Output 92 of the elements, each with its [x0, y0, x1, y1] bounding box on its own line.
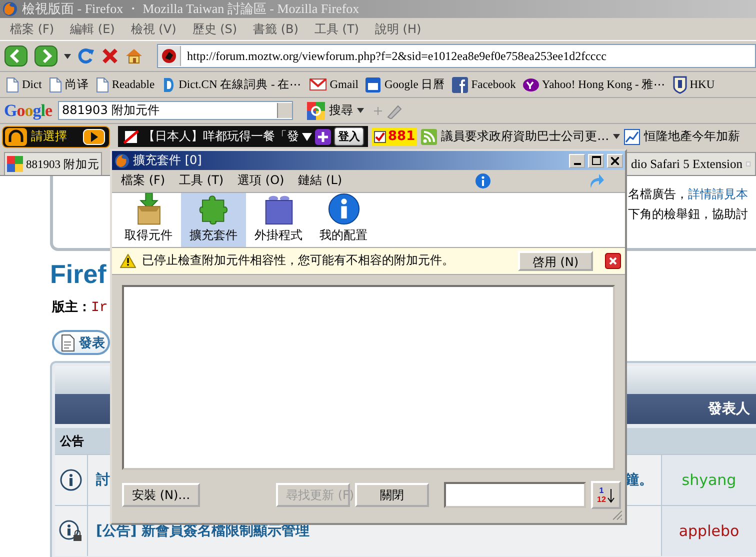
bookmark[interactable]: Yahoo! Hong Kong - 雅⋯ [522, 77, 666, 92]
ticker-text[interactable]: 【日本人】咩都玩得一餐「發 [143, 128, 299, 145]
url-field[interactable]: http://forum.moztw.org/viewforum.php?f=2&sid=e1012ea8e9ef0e758ea253ee1d2fcccc [157, 44, 756, 68]
menu-item[interactable]: 檔案 (F) [2, 20, 62, 38]
window-title: 檢視版面 - Firefox ・ Mozilla Taiwan 討論區 - Mozilla Firefox [22, 0, 360, 18]
resize-grip-icon[interactable] [611, 509, 623, 521]
tab[interactable]: 881903 附加元 [4, 152, 102, 175]
notice-text: 下角的檢舉鈕，協助討 [628, 207, 748, 221]
bookmark[interactable]: Dict [6, 76, 42, 92]
firefox-logo-icon [114, 152, 130, 169]
search-field[interactable]: 881903 附加元件 [58, 101, 294, 120]
login-button[interactable]: 登入 [334, 127, 364, 146]
menu-item[interactable]: 工具 (T) [174, 172, 233, 190]
menu-item[interactable]: 書籤 (B) [245, 20, 306, 38]
maximize-icon [592, 156, 600, 166]
firefox-logo-icon [2, 1, 18, 17]
g-logo-icon [7, 156, 23, 172]
site-icon [161, 48, 177, 64]
home-icon[interactable] [125, 47, 143, 65]
headphones-icon [5, 128, 27, 146]
back-icon[interactable] [4, 45, 28, 67]
play-icon[interactable] [83, 128, 105, 144]
menu-item[interactable]: 鏈結 (L) [293, 172, 352, 190]
forward-icon[interactable] [34, 45, 58, 67]
menu-item[interactable]: 工具 (T) [306, 20, 367, 38]
close-icon[interactable] [605, 252, 621, 269]
dialog-button[interactable]: 安裝 (N)… [122, 483, 200, 508]
caret-icon [357, 108, 364, 113]
minimize-button[interactable] [569, 154, 585, 168]
notice-text: 名檔廣告， [628, 187, 688, 201]
bookmark[interactable]: HKU [672, 76, 715, 94]
envelope-icon [308, 78, 327, 91]
search-button[interactable]: 搜尋 [305, 102, 366, 120]
menu-item[interactable]: 選項 (O) [232, 172, 294, 190]
page-icon [96, 76, 109, 92]
bookmark[interactable]: Gmail [308, 78, 358, 91]
warning-icon [120, 254, 136, 268]
caret-icon[interactable] [613, 134, 620, 139]
news-headline[interactable]: 議員要求政府資助巴士公司更… [441, 128, 610, 145]
topic-title[interactable]: 討 [96, 471, 110, 489]
document-icon [60, 334, 76, 352]
search-field[interactable] [444, 482, 586, 508]
d-logo-icon [162, 76, 176, 92]
pane-tab[interactable]: 擴充套件 [181, 192, 246, 247]
crossed-book-icon[interactable] [122, 128, 140, 144]
menu-item[interactable]: 編輯 (E) [62, 20, 123, 38]
stop-icon[interactable] [101, 47, 119, 65]
crest-icon [672, 76, 687, 94]
puzzle-piece-icon [196, 192, 230, 225]
moderator-name[interactable]: Ir [91, 300, 108, 316]
caret-icon[interactable] [64, 54, 71, 58]
info-icon[interactable] [475, 172, 491, 189]
menu-item[interactable]: 說明 (H) [366, 20, 430, 38]
f-logo-icon [452, 76, 468, 92]
checkbox-icon [374, 130, 386, 142]
sort-button[interactable]: 1 12 [591, 481, 621, 510]
tab[interactable]: dio Safari 5 Extension [626, 152, 756, 175]
dialog-button[interactable]: 關閉 [355, 483, 429, 508]
enable-button[interactable]: 啓用 (N) [518, 250, 593, 271]
reload-icon[interactable] [77, 47, 95, 65]
bookmark[interactable]: Google 日曆 [365, 76, 446, 92]
station-dropdown[interactable]: 請選擇 [2, 126, 110, 148]
page-icon [6, 76, 19, 92]
dialog-title: 擴充套件 [0] [133, 152, 203, 170]
bookmark[interactable]: Dict.CN 在線詞典 - 在⋯ [162, 76, 302, 92]
menu-item[interactable]: 檢視 (V) [122, 20, 184, 38]
bookmark[interactable]: 尚译 [48, 76, 89, 92]
chart-icon[interactable] [624, 128, 640, 144]
maximize-button[interactable] [588, 154, 604, 168]
page-icon [48, 76, 62, 92]
bookmark[interactable]: Readable [96, 76, 155, 92]
arrow-down-icon [606, 487, 615, 504]
menu-item[interactable]: 歷史 (S) [184, 20, 246, 38]
y-logo-icon [522, 78, 539, 92]
moderator-label: 版主： [52, 298, 91, 316]
menu-item[interactable]: 檔案 (F) [116, 172, 174, 190]
column-header: 發表人 [708, 400, 750, 418]
stock-headline[interactable]: 恒隆地產今年加薪 [644, 128, 740, 145]
post-button[interactable]: 發表 [52, 330, 110, 355]
close-icon [611, 156, 619, 165]
radio-button[interactable]: 881 [372, 128, 418, 146]
minimize-icon [574, 162, 580, 165]
caret-icon[interactable] [302, 132, 312, 140]
close-button[interactable] [607, 154, 623, 168]
plus-icon[interactable] [315, 128, 331, 144]
calendar-icon [365, 76, 382, 92]
g-logo-icon [307, 102, 326, 120]
google-logo: Google [4, 100, 52, 120]
warning-text: 已停止檢查附加元件相容性，您可能有不相容的附加元件。 [142, 252, 455, 270]
link[interactable]: 詳情請見本 [688, 187, 748, 201]
bookmark[interactable]: Facebook [452, 76, 516, 92]
forum-title: Firef [50, 259, 106, 290]
